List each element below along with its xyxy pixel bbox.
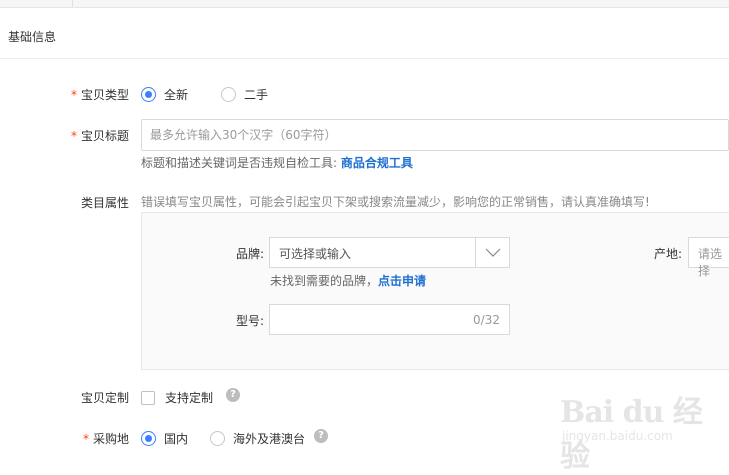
watermark-sub: jingyan.baidu.com — [562, 429, 673, 443]
brand-placeholder: 可选择或输入 — [279, 247, 352, 261]
radio-used-label: 二手 — [244, 88, 269, 102]
required-mark: * — [82, 432, 89, 446]
section-divider — [0, 58, 729, 59]
checkbox-box[interactable] — [141, 390, 155, 405]
purchase-location-label: * 采购地 — [82, 432, 129, 446]
model-char-counter: 0/32 — [473, 313, 500, 327]
origin-select[interactable]: 请选择 — [688, 237, 729, 278]
radio-new-label: 全新 — [164, 88, 189, 102]
origin-placeholder: 请选择 — [698, 247, 723, 278]
item-title-input[interactable] — [141, 119, 729, 151]
item-type-label: * 宝贝类型 — [70, 88, 129, 102]
origin-label: 产地: — [654, 247, 683, 261]
model-input[interactable]: 0/32 — [269, 304, 510, 335]
radio-overseas-label: 海外及港澳台 — [233, 432, 306, 446]
help-icon[interactable]: ? — [314, 429, 328, 443]
radio-new-circle[interactable] — [141, 87, 156, 102]
category-attrs-warning: 错误填写宝贝属性，可能会引起宝贝下架或搜索流量减少，影响您的正常销售，请认真准确… — [141, 195, 650, 209]
radio-domestic-label: 国内 — [164, 432, 189, 446]
customization-label: 宝贝定制 — [80, 391, 129, 405]
customization-checkbox[interactable]: 支持定制 — [141, 389, 213, 406]
radio-overseas-circle[interactable] — [210, 431, 225, 446]
brand-hint: 未找到需要的品牌，点击申请 — [270, 274, 427, 288]
chevron-down-icon[interactable] — [475, 238, 509, 267]
item-title-hint: 标题和描述关键词是否违规自检工具: 商品合规工具 — [141, 156, 413, 170]
radio-domestic-circle[interactable] — [141, 431, 156, 446]
category-attrs-panel — [141, 212, 729, 370]
compliance-tool-link[interactable]: 商品合规工具 — [341, 156, 413, 170]
model-label: 型号: — [236, 314, 265, 328]
required-mark: * — [70, 88, 77, 102]
customization-checkbox-label: 支持定制 — [165, 391, 214, 405]
help-icon[interactable]: ? — [226, 388, 240, 402]
radio-used-circle[interactable] — [221, 87, 236, 102]
brand-label: 品牌: — [236, 247, 265, 261]
tab-divider — [72, 0, 73, 7]
category-attrs-label: 类目属性 — [80, 196, 129, 210]
section-title: 基础信息 — [8, 30, 57, 44]
radio-overseas[interactable]: 海外及港澳台 — [210, 430, 305, 447]
radio-domestic[interactable]: 国内 — [141, 430, 188, 447]
radio-new[interactable]: 全新 — [141, 86, 188, 103]
top-tab-strip — [0, 0, 729, 8]
baidu-jingyan-watermark: Bai du 经验 jingyan.baidu.com — [560, 385, 729, 474]
brand-select[interactable]: 可选择或输入 — [269, 237, 510, 268]
radio-used[interactable]: 二手 — [221, 86, 268, 103]
apply-brand-link[interactable]: 点击申请 — [378, 274, 426, 288]
required-mark: * — [70, 129, 77, 143]
item-title-label: * 宝贝标题 — [70, 129, 129, 143]
